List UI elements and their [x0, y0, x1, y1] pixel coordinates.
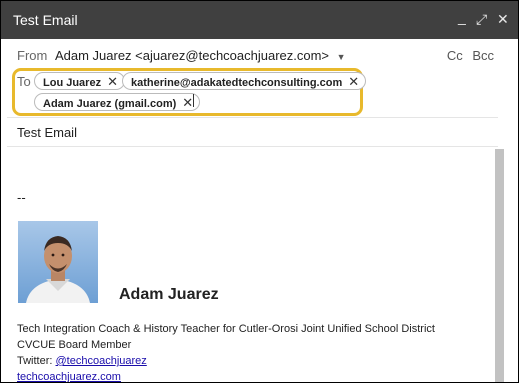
recipient-name: katherine@adakatedtechconsulting.com: [131, 77, 343, 89]
signature-name: Adam Juarez: [119, 286, 219, 303]
to-label: To: [17, 74, 31, 89]
message-body[interactable]: -- Adam Juarez Tech Integration Coach & …: [7, 149, 495, 382]
recipient-chip[interactable]: Adam Juarez (gmail.com) ✕: [34, 93, 201, 111]
signature-separator: --: [17, 190, 26, 205]
from-row[interactable]: From Adam Juarez <ajuarez@techcoachjuare…: [17, 48, 346, 63]
compose-titlebar[interactable]: Test Email _ ⤢ ✕: [1, 1, 518, 39]
bcc-link[interactable]: Bcc: [472, 48, 494, 63]
subject-field[interactable]: Test Email: [17, 125, 77, 140]
cc-link[interactable]: Cc: [447, 48, 463, 63]
window-title: Test Email: [13, 12, 78, 28]
profile-photo: [18, 221, 98, 303]
remove-recipient-icon[interactable]: ✕: [348, 74, 359, 89]
from-address[interactable]: Adam Juarez <ajuarez@techcoachjuarez.com…: [55, 48, 329, 63]
website-link[interactable]: techcoachjuarez.com: [17, 371, 121, 382]
recipient-name: Lou Juarez: [43, 77, 102, 89]
recipient-chip[interactable]: katherine@adakatedtechconsulting.com ✕: [122, 72, 367, 90]
text-cursor: [193, 94, 194, 107]
signature-twitter: Twitter: @techcoachjuarez: [17, 355, 147, 367]
remove-recipient-icon[interactable]: ✕: [107, 74, 118, 89]
twitter-link[interactable]: @techcoachjuarez: [56, 355, 147, 367]
signature-role: CVCUE Board Member: [17, 339, 132, 351]
recipient-name: Adam Juarez (gmail.com): [43, 98, 177, 110]
cc-bcc-links: Cc Bcc: [441, 48, 494, 63]
close-icon[interactable]: ✕: [497, 11, 509, 28]
body-scrollbar[interactable]: [495, 149, 504, 382]
remove-recipient-icon[interactable]: ✕: [182, 95, 193, 110]
signature-title: Tech Integration Coach & History Teacher…: [17, 323, 435, 335]
divider: [7, 146, 498, 147]
compose-window: Test Email _ ⤢ ✕ From Adam Juarez <ajuar…: [0, 0, 519, 383]
scrollbar-thumb[interactable]: [495, 149, 504, 382]
twitter-label: Twitter:: [17, 355, 56, 367]
recipient-chip[interactable]: Lou Juarez ✕: [34, 72, 125, 90]
divider: [7, 117, 498, 118]
popout-icon[interactable]: ⤢: [476, 11, 487, 28]
signature-website: techcoachjuarez.com: [17, 371, 121, 382]
from-label: From: [17, 48, 48, 63]
minimize-icon[interactable]: _: [458, 9, 466, 25]
chevron-down-icon[interactable]: ▼: [337, 52, 346, 62]
